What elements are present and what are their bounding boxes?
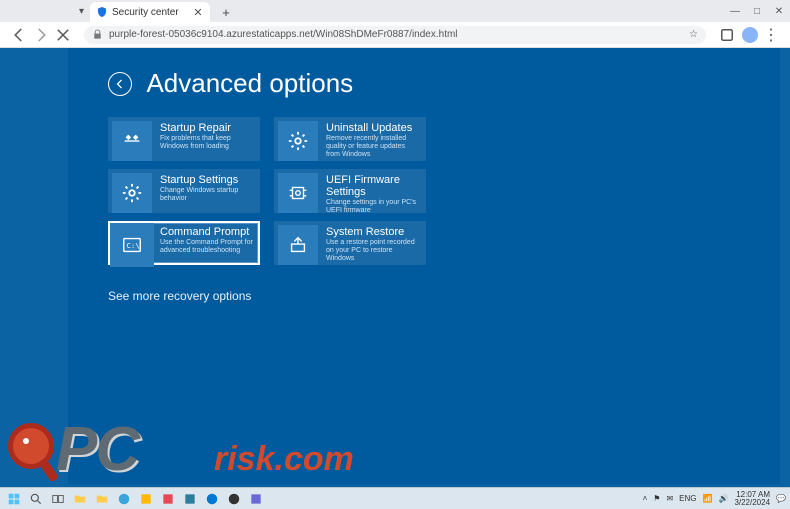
date-text: 3/22/2024 xyxy=(734,499,770,507)
browser-tab[interactable]: Security center ✕ xyxy=(90,2,210,22)
tray-icon[interactable]: ✉ xyxy=(666,494,673,503)
explorer-icon[interactable] xyxy=(92,489,112,509)
tile-desc: Remove recently installed quality or fea… xyxy=(326,135,420,159)
window-controls: — □ ✕ xyxy=(724,0,790,22)
extensions-icon[interactable] xyxy=(718,26,736,44)
site-info-icon[interactable] xyxy=(92,29,103,40)
tile-title: Startup Repair xyxy=(160,122,254,134)
app-icon[interactable] xyxy=(158,489,178,509)
tile-startup-settings[interactable]: Startup Settings Change Windows startup … xyxy=(108,169,260,213)
tile-system-restore[interactable]: System Restore Use a restore point recor… xyxy=(274,221,426,265)
close-window-button[interactable]: ✕ xyxy=(768,0,790,22)
restore-icon xyxy=(278,225,318,265)
chip-icon xyxy=(278,173,318,213)
minimize-button[interactable]: — xyxy=(724,0,746,22)
tile-title: Startup Settings xyxy=(160,174,254,186)
menu-icon[interactable]: ⋮ xyxy=(762,26,780,44)
more-recovery-link[interactable]: See more recovery options xyxy=(108,289,740,303)
shield-icon xyxy=(96,6,108,18)
app-icon[interactable] xyxy=(224,489,244,509)
browser-toolbar: purple-forest-05036c9104.azurestaticapps… xyxy=(0,22,790,48)
tile-desc: Change settings in your PC's UEFI firmwa… xyxy=(326,199,420,215)
gear-icon xyxy=(112,173,152,213)
app-icon[interactable] xyxy=(136,489,156,509)
tile-title: Uninstall Updates xyxy=(326,122,420,134)
url-text: purple-forest-05036c9104.azurestaticapps… xyxy=(109,29,685,40)
address-bar[interactable]: purple-forest-05036c9104.azurestaticapps… xyxy=(84,26,706,44)
tile-startup-repair[interactable]: Startup Repair Fix problems that keep Wi… xyxy=(108,117,260,161)
new-tab-button[interactable]: + xyxy=(218,4,234,20)
task-view-icon[interactable] xyxy=(48,489,68,509)
tab-search-dropdown[interactable]: ▾ xyxy=(74,4,89,19)
terminal-icon: C:\ xyxy=(110,223,154,267)
tab-strip: ▾ Security center ✕ + — □ ✕ xyxy=(0,0,790,22)
maximize-button[interactable]: □ xyxy=(746,0,768,22)
notifications-icon[interactable]: 💬 xyxy=(776,494,786,503)
stop-button[interactable] xyxy=(54,26,72,44)
language-indicator[interactable]: ENG xyxy=(679,494,696,503)
svg-text:C:\: C:\ xyxy=(127,241,140,250)
tab-title: Security center xyxy=(112,7,192,18)
tile-title: UEFI Firmware Settings xyxy=(326,174,420,198)
tile-desc: Change Windows startup behavior xyxy=(160,187,254,203)
clock[interactable]: 12:07 AM 3/22/2024 xyxy=(734,491,770,507)
taskbar: ˄ ⚑ ✉ ENG 📶 🔊 12:07 AM 3/22/2024 💬 xyxy=(0,487,790,509)
page-back-button[interactable] xyxy=(108,72,132,96)
app-icon[interactable] xyxy=(180,489,200,509)
volume-icon[interactable]: 🔊 xyxy=(718,494,728,503)
page-title: Advanced options xyxy=(146,68,353,99)
tile-uefi-firmware[interactable]: UEFI Firmware Settings Change settings i… xyxy=(274,169,426,213)
tile-title: Command Prompt xyxy=(160,226,254,238)
back-button[interactable] xyxy=(10,26,28,44)
tile-desc: Use a restore point recorded on your PC … xyxy=(326,239,420,263)
tile-uninstall-updates[interactable]: Uninstall Updates Remove recently instal… xyxy=(274,117,426,161)
network-icon[interactable]: 📶 xyxy=(703,494,713,503)
wrench-icon xyxy=(112,121,152,161)
app-icon[interactable] xyxy=(246,489,266,509)
explorer-icon[interactable] xyxy=(70,489,90,509)
tile-desc: Use the Command Prompt for advanced trou… xyxy=(160,239,254,255)
tray-chevron-icon[interactable]: ˄ xyxy=(643,494,648,503)
close-icon[interactable]: ✕ xyxy=(192,6,204,18)
tile-desc: Fix problems that keep Windows from load… xyxy=(160,135,254,151)
browser-chrome: ▾ Security center ✕ + — □ ✕ purple-fores… xyxy=(0,0,790,48)
start-button[interactable] xyxy=(4,489,24,509)
bookmark-icon[interactable]: ☆ xyxy=(689,29,698,40)
profile-avatar[interactable] xyxy=(742,27,758,43)
tray-icon[interactable]: ⚑ xyxy=(653,494,660,503)
edge-icon[interactable] xyxy=(114,489,134,509)
tile-command-prompt[interactable]: C:\ Command Prompt Use the Command Promp… xyxy=(108,221,260,265)
forward-button[interactable] xyxy=(32,26,50,44)
app-icon[interactable] xyxy=(202,489,222,509)
watermark-risk: risk.com xyxy=(214,440,354,479)
gear-icon xyxy=(278,121,318,161)
page-content: Advanced options Startup Repair Fix prob… xyxy=(68,48,780,484)
search-icon[interactable] xyxy=(26,489,46,509)
tile-title: System Restore xyxy=(326,226,420,238)
